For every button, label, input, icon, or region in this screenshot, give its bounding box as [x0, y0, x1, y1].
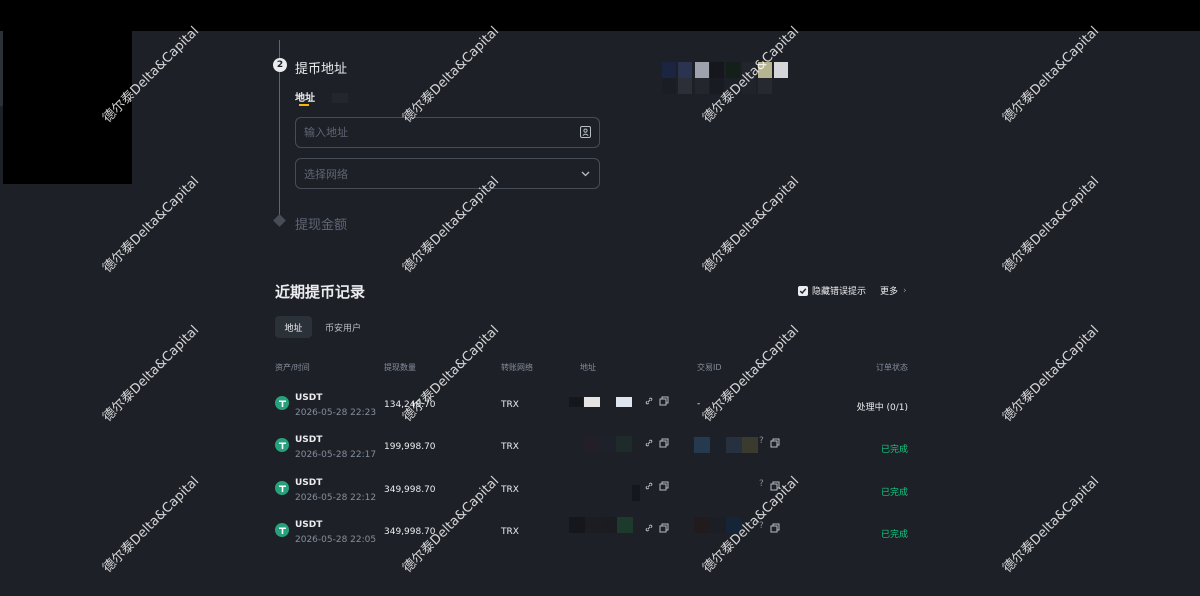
usdt-icon: [275, 523, 289, 537]
coin-name: USDT: [295, 520, 323, 530]
active-tab-underline: [299, 104, 309, 106]
row-amount: 349,998.70: [384, 485, 436, 495]
address-input[interactable]: [295, 117, 600, 148]
link-icon[interactable]: [644, 523, 654, 533]
tab-redacted[interactable]: [332, 93, 348, 103]
chevron-right-icon: ›: [903, 285, 907, 296]
copy-icon[interactable]: [770, 481, 780, 491]
link-icon[interactable]: [644, 438, 654, 448]
link-icon[interactable]: [644, 396, 654, 406]
table-row[interactable]: USDT 2026-05-28 22:23 134,248.70 TRX - 处…: [0, 390, 1200, 432]
row-amount: 199,998.70: [384, 442, 436, 452]
status-badge: 已完成: [880, 445, 908, 455]
history-title: 近期提币记录: [275, 283, 366, 301]
step-number-badge: 2: [273, 58, 287, 72]
status-badge: 已完成: [880, 530, 908, 540]
top-bar: [0, 0, 1200, 31]
chevron-down-icon: [581, 171, 590, 177]
usdt-icon: [275, 481, 289, 495]
watermark: 德尔泰Delta&Capital: [1000, 173, 1103, 276]
redacted-block: [3, 0, 132, 184]
help-icon[interactable]: ?: [759, 521, 764, 531]
row-network: TRX: [501, 527, 519, 537]
step-inactive-marker: [273, 214, 286, 227]
column-header-txid: 交易ID: [697, 363, 722, 372]
column-header-amount: 提现数量: [384, 363, 416, 372]
history-tab-binance-user[interactable]: 币安用户: [325, 321, 361, 334]
copy-icon[interactable]: [770, 438, 780, 448]
link-icon[interactable]: [644, 481, 654, 491]
row-time: 2026-05-28 22:23: [295, 408, 377, 418]
usdt-icon: [275, 438, 289, 452]
watermark: 德尔泰Delta&Capital: [700, 173, 803, 276]
checkbox-checked-icon[interactable]: [798, 285, 808, 296]
column-header-asset-time: 资产/时间: [275, 363, 310, 372]
row-txid: -: [697, 399, 701, 409]
coin-name: USDT: [295, 435, 323, 445]
network-select-placeholder: 选择网络: [304, 167, 348, 181]
watermark: 德尔泰Delta&Capital: [1000, 23, 1103, 126]
history-tab-address[interactable]: 地址: [275, 316, 312, 338]
row-time: 2026-05-28 22:05: [295, 535, 377, 545]
network-select[interactable]: 选择网络: [295, 158, 600, 189]
row-network: TRX: [501, 485, 519, 495]
copy-icon[interactable]: [770, 523, 780, 533]
more-label: 更多: [880, 287, 899, 297]
column-header-address: 地址: [580, 363, 596, 372]
row-amount: 349,998.70: [384, 527, 436, 537]
coin-name: USDT: [295, 393, 323, 403]
row-amount: 134,248.70: [384, 400, 436, 410]
help-icon[interactable]: ?: [759, 479, 764, 489]
table-row[interactable]: USDT 2026-05-28 22:05 349,998.70 TRX ? 已…: [0, 517, 1200, 559]
status-badge: 处理中 (0/1): [856, 403, 908, 413]
more-link[interactable]: 更多 ›: [880, 284, 907, 298]
hide-errors-label: 隐藏错误提示: [812, 287, 867, 297]
usdt-icon: [275, 396, 289, 410]
left-edge-strip: [0, 31, 3, 106]
copy-icon[interactable]: [659, 438, 669, 448]
watermark: 德尔泰Delta&Capital: [400, 23, 503, 126]
hide-errors-toggle[interactable]: 隐藏错误提示: [798, 284, 866, 297]
table-row[interactable]: USDT 2026-05-28 22:17 199,998.70 TRX ? 已…: [0, 432, 1200, 474]
step-amount-title: 提现金额: [295, 218, 348, 233]
copy-icon[interactable]: [659, 396, 669, 406]
tab-address[interactable]: 地址: [295, 89, 315, 104]
row-network: TRX: [501, 400, 519, 410]
copy-icon[interactable]: [659, 523, 669, 533]
help-icon[interactable]: ?: [759, 436, 764, 446]
address-book-icon[interactable]: [580, 126, 591, 138]
column-header-status: 订单状态: [876, 363, 908, 372]
table-row[interactable]: USDT 2026-05-28 22:12 349,998.70 TRX ? 已…: [0, 475, 1200, 517]
copy-icon[interactable]: [659, 481, 669, 491]
watermark: 德尔泰Delta&Capital: [100, 173, 203, 276]
coin-name: USDT: [295, 478, 323, 488]
row-time: 2026-05-28 22:12: [295, 493, 377, 503]
row-time: 2026-05-28 22:17: [295, 450, 377, 460]
status-badge: 已完成: [880, 488, 908, 498]
row-network: TRX: [501, 442, 519, 452]
step-address-title: 提币地址: [295, 62, 348, 77]
column-header-network: 转账网络: [501, 363, 533, 372]
